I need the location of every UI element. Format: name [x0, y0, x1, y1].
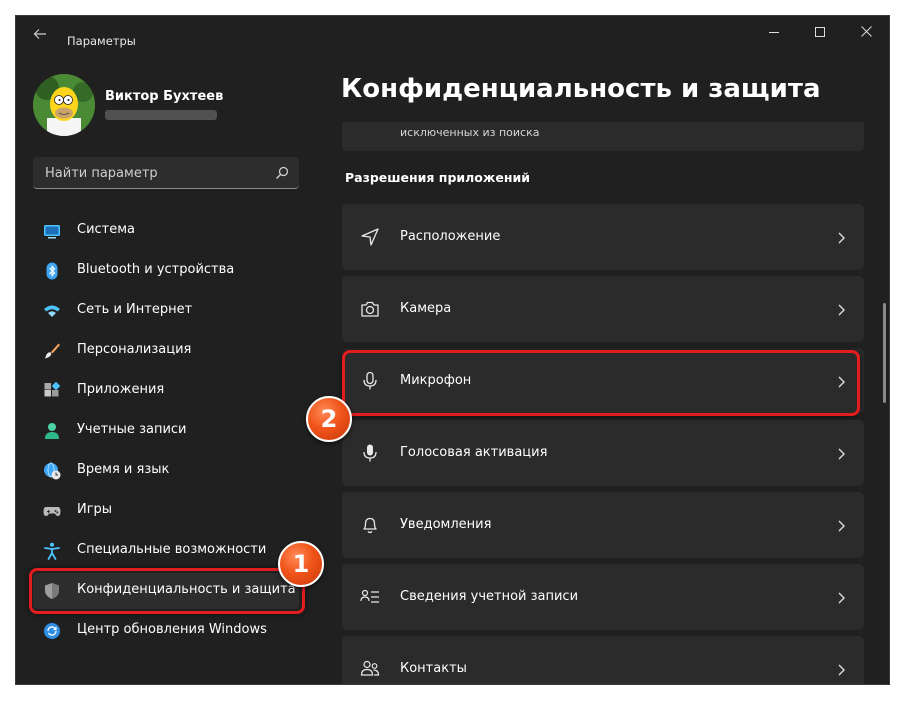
user-email-redacted: [105, 110, 217, 120]
monitor-icon: [43, 222, 61, 240]
annotation-highlight-microphone: [342, 350, 860, 416]
title-bar: Параметры: [16, 16, 889, 52]
chevron-right-icon: [836, 590, 846, 604]
scrollbar-thumb[interactable]: [883, 303, 886, 403]
settings-card-label: Уведомления: [400, 517, 492, 532]
bell-icon: [360, 515, 380, 535]
settings-card-location[interactable]: Расположение: [342, 204, 864, 270]
bluetooth-icon: [43, 262, 61, 280]
sidebar-item-label: Учетные записи: [77, 422, 187, 437]
sidebar-item-label: Приложения: [77, 382, 165, 397]
sidebar-item-gaming[interactable]: Игры: [33, 493, 299, 529]
maximize-icon[interactable]: [797, 16, 843, 50]
settings-card-voice-activation[interactable]: Голосовая активация: [342, 420, 864, 486]
sidebar-item-label: Специальные возможности: [77, 542, 267, 557]
chevron-right-icon: [836, 518, 846, 532]
settings-card-label: Контакты: [400, 661, 467, 676]
search-icon[interactable]: [275, 165, 289, 179]
search-box[interactable]: [33, 157, 299, 189]
sidebar-item-label: Сеть и Интернет: [77, 302, 193, 317]
sidebar-item-label: Bluetooth и устройства: [77, 262, 235, 277]
globe-clock-icon: [43, 462, 61, 480]
partial-card-text: исключенных из поиска: [400, 126, 540, 139]
annotation-badge-1: 1: [278, 541, 324, 587]
settings-card-camera[interactable]: Камера: [342, 276, 864, 342]
sidebar-item-network[interactable]: Сеть и Интернет: [33, 293, 299, 329]
app-title: Параметры: [67, 34, 136, 48]
sidebar-item-apps[interactable]: Приложения: [33, 373, 299, 409]
apps-icon: [43, 381, 61, 400]
settings-card-contacts[interactable]: Контакты: [342, 636, 864, 684]
update-icon: [43, 622, 61, 640]
sidebar-item-personalization[interactable]: Персонализация: [33, 333, 299, 369]
minimize-icon[interactable]: [751, 16, 797, 50]
location-icon: [360, 227, 380, 247]
settings-card-label: Расположение: [400, 229, 501, 244]
sidebar-item-label: Центр обновления Windows: [77, 622, 267, 637]
annotation-badge-2: 2: [306, 396, 352, 442]
account-info-icon: [360, 587, 380, 607]
voice-activation-icon: [360, 443, 380, 463]
settings-card-label: Камера: [400, 301, 452, 316]
back-arrow-icon[interactable]: [28, 24, 52, 44]
settings-card-label: Сведения учетной записи: [400, 589, 579, 604]
chevron-right-icon: [836, 230, 846, 244]
sidebar-item-label: Время и язык: [77, 462, 170, 477]
settings-card-account-info[interactable]: Сведения учетной записи: [342, 564, 864, 630]
accessibility-icon: [43, 542, 61, 560]
gamepad-icon: [43, 502, 61, 520]
camera-icon: [360, 299, 380, 319]
contacts-icon: [360, 659, 380, 679]
sidebar-item-windows-update[interactable]: Центр обновления Windows: [33, 613, 299, 649]
sidebar-item-bluetooth[interactable]: Bluetooth и устройства: [33, 253, 299, 289]
chevron-right-icon: [836, 446, 846, 460]
sidebar-item-accounts[interactable]: Учетные записи: [33, 413, 299, 449]
page-title: Конфиденциальность и защита: [341, 74, 821, 104]
chevron-right-icon: [836, 302, 846, 316]
sidebar-item-time-language[interactable]: Время и язык: [33, 453, 299, 489]
sidebar-item-label: Система: [77, 222, 136, 237]
wifi-icon: [43, 302, 61, 320]
search-input[interactable]: [43, 157, 262, 189]
avatar[interactable]: [33, 74, 95, 136]
close-icon[interactable]: [843, 16, 889, 50]
partial-settings-card[interactable]: исключенных из поиска: [342, 122, 864, 151]
brush-icon: [43, 342, 61, 360]
sidebar-item-label: Игры: [77, 502, 113, 517]
annotation-highlight-privacy: [29, 568, 305, 614]
settings-card-label: Голосовая активация: [400, 445, 548, 460]
sidebar-item-label: Персонализация: [77, 342, 192, 357]
sidebar-item-system[interactable]: Система: [33, 213, 299, 249]
settings-window: Параметры Виктор Бухтеев Найти параметр …: [16, 16, 889, 684]
sidebar-item-accessibility[interactable]: Специальные возможности: [33, 533, 299, 569]
chevron-right-icon: [836, 662, 846, 676]
settings-card-notifications[interactable]: Уведомления: [342, 492, 864, 558]
section-header: Разрешения приложений: [345, 170, 530, 185]
user-name: Виктор Бухтеев: [105, 89, 224, 104]
person-icon: [43, 422, 61, 440]
